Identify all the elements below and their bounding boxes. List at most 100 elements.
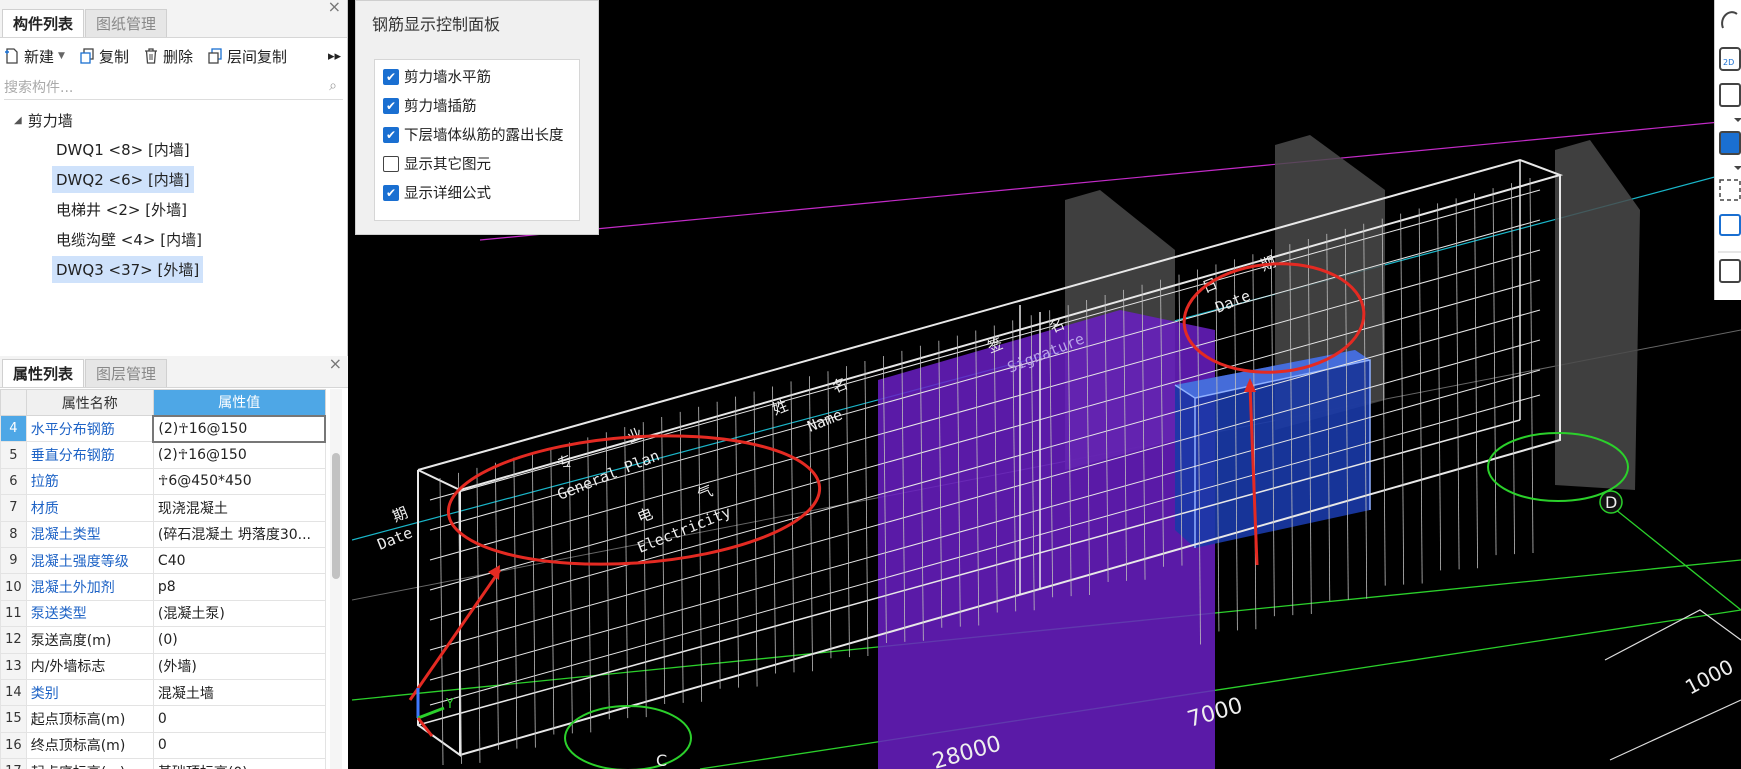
table-row[interactable]: 7 材质 现浇混凝土 (0, 494, 326, 522)
property-name: 垂直分布钢筋 (25, 441, 154, 469)
rebar-line (1511, 183, 1515, 555)
view-3d-icon[interactable] (1719, 83, 1741, 107)
dimension-line (1609, 699, 1741, 761)
checkbox[interactable]: ✔ (383, 184, 399, 201)
checkbox[interactable]: ✔ (383, 126, 399, 143)
option-row[interactable]: ✔ 下层墙体纵筋的露出长度 (375, 120, 579, 149)
table-row[interactable]: 16 终点顶标高(m) 0 (0, 731, 326, 760)
property-value[interactable]: 混凝土墙 (152, 678, 326, 707)
new-button[interactable]: 新建 ▼ (4, 46, 65, 67)
cube-icon[interactable] (1719, 214, 1741, 236)
tree-root[interactable]: ◢ 剪力墙 (0, 106, 347, 134)
table-header-value: 属性值 (152, 389, 326, 416)
property-value[interactable]: 基础顶标高(0) (152, 758, 326, 769)
checkbox[interactable]: ✔ (383, 68, 399, 85)
orbit-icon[interactable] (1721, 11, 1738, 29)
property-name: 混凝土外加剂 (25, 573, 154, 601)
table-row[interactable]: 11 泵送类型 (混凝土泵) (0, 599, 326, 628)
dimension-line (1604, 609, 1741, 661)
copy-button[interactable]: 复制 (79, 46, 129, 67)
property-name: 水平分布钢筋 (25, 414, 154, 443)
property-value[interactable]: 0 (152, 731, 326, 760)
table-row[interactable]: 10 混凝土外加剂 p8 (0, 573, 326, 601)
property-value[interactable]: (碎石混凝土 坍落度30... (152, 520, 326, 548)
chevron-down-icon[interactable]: ▼ (58, 51, 65, 61)
tab-property-list[interactable]: 属性列表 (2, 359, 85, 387)
rebar-line (1455, 198, 1460, 570)
property-name: 终点顶标高(m) (25, 731, 154, 760)
checkbox[interactable]: ✔ (383, 97, 399, 114)
table-header-row: 属性名称 属性值 (0, 389, 326, 416)
tree-root-label: 剪力墙 (27, 111, 73, 130)
tree-item-elevator-shaft[interactable]: 电梯井 <2> [外墙] (0, 194, 347, 224)
rebar-line (846, 366, 850, 658)
list-view-icon[interactable] (1719, 259, 1741, 283)
rebar-line (531, 452, 536, 748)
tab-layer-management[interactable]: 图层管理 (85, 359, 168, 387)
more-icon[interactable]: ▸▸ (328, 49, 341, 64)
search-input[interactable]: 搜索构件... (4, 77, 73, 97)
option-row[interactable]: ✔ 显示详细公式 (375, 178, 579, 207)
component-toolbar: 新建 ▼ 复制 删除 层间复制 ▸▸ (0, 38, 347, 74)
option-row[interactable]: ✔ 剪力墙插筋 (375, 91, 579, 120)
rebar-line (476, 467, 481, 763)
table-row[interactable]: 17起点底标高(m)基础顶标高(0) (0, 758, 326, 769)
tree-item-dwq3[interactable]: DWQ3 <37> [外墙] (0, 254, 347, 284)
axis-line-green (699, 609, 1741, 769)
property-value[interactable]: (2)☥16@150 (152, 441, 326, 469)
column-shape (1555, 140, 1640, 490)
floor-copy-button-label: 层间复制 (226, 47, 287, 66)
table-row[interactable]: 6 拉筋 ☥6@450*450 (0, 467, 326, 496)
property-name: 内/外墙标志 (25, 652, 154, 680)
delete-button[interactable]: 删除 (143, 46, 193, 67)
property-panel: 属性列表 图层管理 × 属性名称 属性值 4 水平分布钢筋 (2)☥16@150 5 垂… (0, 354, 348, 769)
close-icon[interactable]: × (328, 0, 341, 16)
trash-icon (144, 48, 157, 64)
table-row[interactable]: 9 混凝土强度等级 C40 (0, 546, 326, 575)
tab-drawing-management[interactable]: 图纸管理 (85, 9, 168, 37)
scrollbar-thumb[interactable] (332, 453, 340, 579)
table-row[interactable]: 14 类别 混凝土墙 (0, 678, 326, 707)
property-value[interactable]: C40 (152, 546, 326, 575)
close-icon[interactable]: × (329, 354, 342, 373)
tree-item-label: DWQ1 <8> [内墙] (56, 140, 190, 159)
caret-down-icon[interactable]: ◢ (14, 115, 22, 126)
tab-component-list[interactable]: 构件列表 (2, 9, 85, 37)
floor-copy-icon (208, 48, 222, 64)
property-name: 泵送高度(m) (25, 626, 154, 654)
select-box-icon[interactable] (1719, 179, 1741, 201)
option-row[interactable]: 显示其它图元 (375, 149, 579, 178)
checkbox[interactable] (383, 155, 399, 172)
table-row[interactable]: 12 泵送高度(m) (0) (0, 626, 326, 654)
property-value[interactable]: (0) (152, 626, 326, 654)
row-number: 5 (0, 441, 27, 469)
tree-item-dwq2[interactable]: DWQ2 <6> [内墙] (0, 164, 347, 194)
tree-item-cable-trench[interactable]: 电缆沟壁 <4> [内墙] (0, 224, 347, 254)
table-row[interactable]: 8 混凝土类型 (碎石混凝土 坍落度30... (0, 520, 326, 548)
property-value[interactable]: 现浇混凝土 (152, 494, 326, 522)
property-value[interactable]: ☥6@450*450 (152, 467, 326, 496)
option-row[interactable]: ✔ 剪力墙水平筋 (375, 62, 579, 91)
search-box[interactable]: 搜索构件... ⌕ (4, 74, 343, 100)
property-value[interactable]: 0 (152, 705, 326, 733)
chevron-down-icon[interactable] (1734, 166, 1741, 170)
rebar-line (1418, 208, 1423, 584)
row-number: 14 (0, 678, 27, 707)
property-value[interactable]: (混凝土泵) (152, 599, 326, 628)
chevron-down-icon[interactable] (1734, 118, 1741, 122)
property-value[interactable]: p8 (152, 573, 326, 601)
search-icon[interactable]: ⌕ (329, 78, 337, 94)
row-number: 11 (0, 599, 27, 628)
property-value[interactable]: (2)☥16@150 (152, 414, 326, 443)
property-value[interactable]: (外墙) (152, 652, 326, 680)
table-row[interactable]: 4 水平分布钢筋 (2)☥16@150 (0, 414, 326, 443)
property-scrollbar[interactable] (330, 389, 342, 769)
table-row[interactable]: 5 垂直分布钢筋 (2)☥16@150 (0, 441, 326, 469)
table-row[interactable]: 15 起点顶标高(m) 0 (0, 705, 326, 733)
property-table-body: 4 水平分布钢筋 (2)☥16@150 5 垂直分布钢筋 (2)☥16@150 6 拉筋 ☥6@… (0, 414, 326, 769)
tree-item-dwq1[interactable]: DWQ1 <8> [内墙] (0, 134, 347, 164)
drawing-text: 专 (555, 451, 576, 473)
table-row[interactable]: 13 内/外墙标志 (外墙) (0, 652, 326, 680)
solid-view-icon[interactable] (1719, 131, 1741, 155)
floor-copy-button[interactable]: 层间复制 (207, 46, 287, 67)
